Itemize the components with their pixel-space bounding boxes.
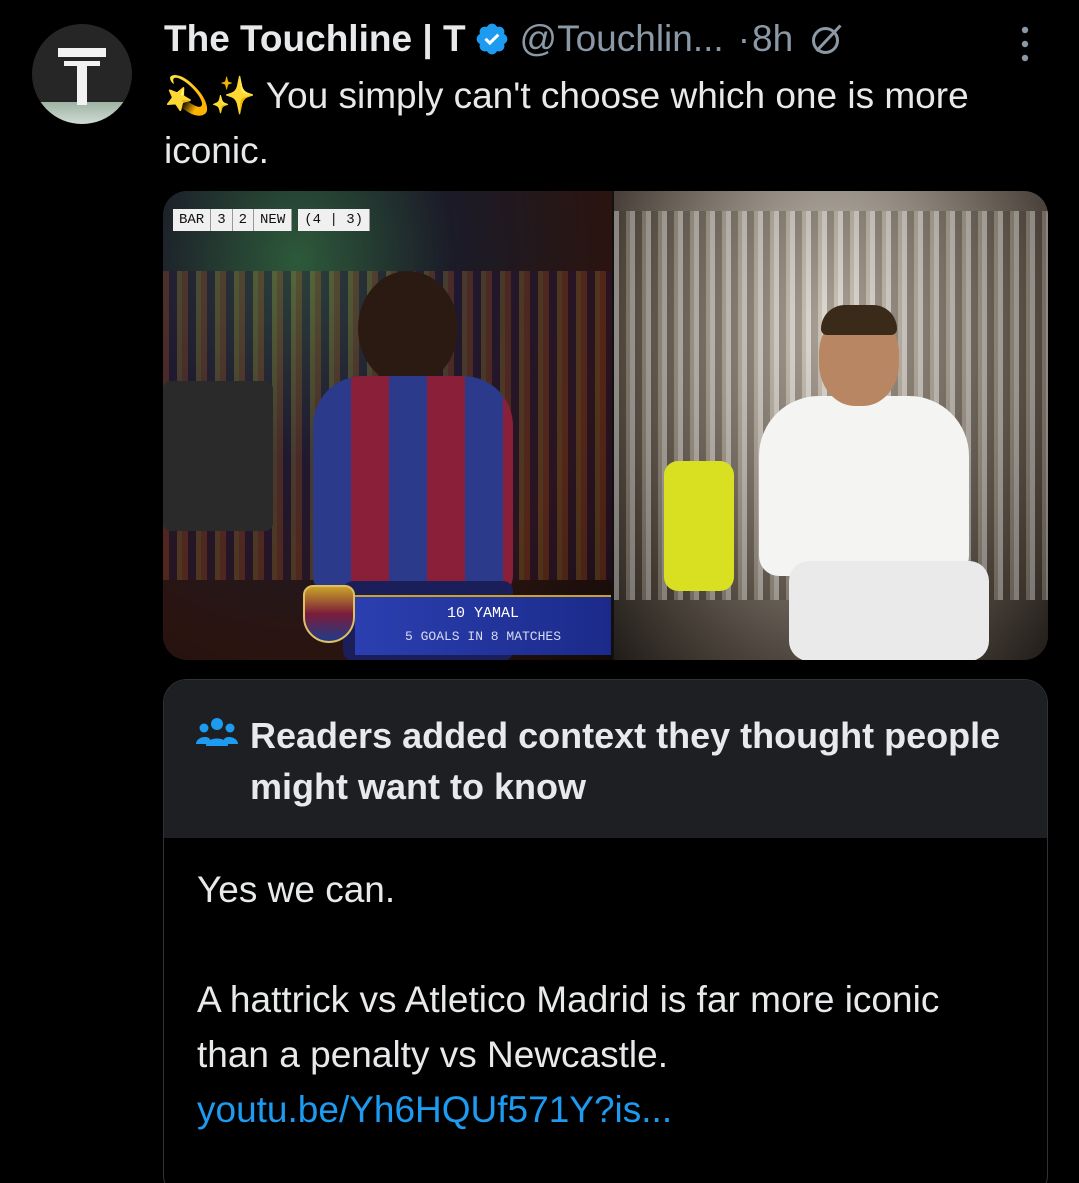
media-image-left[interactable]: BAR 3 2 NEW (4 | 3) 10 YAMAL 5 GOALS IN … <box>163 191 612 660</box>
readers-people-icon <box>196 718 238 746</box>
player-shirt <box>313 376 513 596</box>
media-image-right[interactable] <box>614 191 1048 660</box>
grok-icon[interactable] <box>809 21 845 57</box>
community-note-header: Readers added context they thought peopl… <box>164 680 1047 838</box>
note-line-2: A hattrick vs Atletico Madrid is far mor… <box>197 979 940 1075</box>
note-line-1: Yes we can. <box>197 869 396 910</box>
player-head <box>358 271 458 386</box>
community-note-title: Readers added context they thought peopl… <box>250 715 1001 807</box>
author-name[interactable]: The Touchline | T <box>164 18 466 60</box>
lower-third-graphic: 10 YAMAL 5 GOALS IN 8 MATCHES <box>355 595 611 655</box>
steward-vest <box>664 461 734 591</box>
community-note[interactable]: Readers added context they thought peopl… <box>163 679 1048 1183</box>
scorebug: BAR 3 2 NEW (4 | 3) <box>173 209 371 231</box>
player-hair <box>821 305 897 335</box>
community-note-body: Yes we can. A hattrick vs Atletico Madri… <box>197 862 1017 1137</box>
verified-badge-icon[interactable] <box>474 21 510 57</box>
note-link[interactable]: youtu.be/Yh6HQUf571Y?is... <box>197 1082 1017 1137</box>
post-time[interactable]: 8h <box>752 18 793 60</box>
scorebug-aggregate: (4 | 3) <box>298 209 371 231</box>
more-options-icon[interactable] <box>1017 24 1033 64</box>
lower-third-stat: 5 GOALS IN 8 MATCHES <box>404 629 562 644</box>
author-avatar[interactable] <box>32 24 132 124</box>
scorebug-home-score: 3 <box>211 209 233 231</box>
player-shirt <box>759 396 969 576</box>
scorebug-away: NEW <box>254 209 293 231</box>
time-separator: · <box>737 18 751 59</box>
tweet-body: You simply can't choose which one is mor… <box>164 75 969 171</box>
tweet-text: 💫✨ You simply can't choose which one is … <box>164 68 1024 178</box>
tweet-header: The Touchline | T @Touchlin... · 8h <box>164 14 845 64</box>
scorebug-home: BAR <box>173 209 212 231</box>
lower-third-name: 10 YAMAL <box>446 605 519 622</box>
author-handle[interactable]: @Touchlin... <box>520 18 724 60</box>
tweet-media[interactable]: BAR 3 2 NEW (4 | 3) 10 YAMAL 5 GOALS IN … <box>163 191 1048 660</box>
tweet-emoji: 💫✨ <box>164 74 257 117</box>
avatar-logo-bar <box>58 48 106 57</box>
avatar-logo-stem <box>77 61 87 105</box>
player-shorts <box>789 561 989 660</box>
player-ronaldo <box>759 305 1019 660</box>
club-crest <box>303 585 355 643</box>
scorebug-away-score: 2 <box>232 209 255 231</box>
